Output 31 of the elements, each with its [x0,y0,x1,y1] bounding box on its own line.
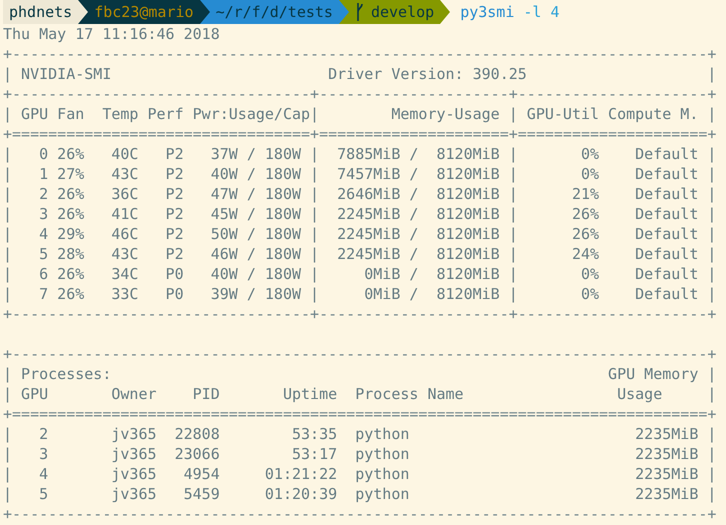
table-border-line: +=============================================================================+ [3,404,716,424]
table-row-text: | 7 26% 33C P0 39W / 180W | 0MiB / 8120MiB | 0% Default | [3,284,716,304]
table-row-text: | NVIDIA-SMI Driver Version: 390.25 | [3,64,716,84]
table-row-text: | GPU Owner PID Uptime Process Name Usage | [3,384,716,404]
table-border-line: +---------------------------------+---------------------+---------------------+ [3,304,716,324]
table-border-line: +=================================+=====================+=====================+ [3,124,716,144]
table-row-text: | GPU Fan Temp Perf Pwr:Usage/Cap| Memory-Usage | GPU-Util Compute M. | [3,104,716,124]
table-row-text: | 2 26% 36C P2 47W / 180W | 2646MiB / 8120MiB | 21% Default | [3,184,716,204]
table-row-text: | 0 26% 40C P2 37W / 180W | 7885MiB / 8120MiB | 0% Default | [3,144,716,164]
user-segment: fbc23@mario [88,0,200,24]
table-row-text: | 5 jv365 5459 01:20:39 python 2235MiB | [3,484,716,504]
command-text: py3smi [459,2,514,23]
date-output: Thu May 17 11:16:46 2018 [3,24,220,44]
table-row-text: | 4 jv365 4954 01:21:22 python 2235MiB | [3,464,716,484]
table-row-text: | 6 26% 34C P0 40W / 180W | 0MiB / 8120MiB | 0% Default | [3,264,716,284]
table-row-text: | Processes: GPU Memory | [3,364,716,384]
host-segment: phdnets [3,0,78,24]
table-row-text: | 5 28% 43C P2 46W / 180W | 2245MiB / 8120MiB | 24% Default | [3,244,716,264]
git-branch-segment: develop [348,0,440,24]
table-row-text: | 1 27% 43C P2 40W / 180W | 7457MiB / 8120MiB | 0% Default | [3,164,716,184]
table-border-line: +-----------------------------------------------------------------------------+ [3,44,716,64]
git-branch-icon [354,3,363,21]
table-border-line: +-----------------------------------------------------------------------------+ [3,504,716,524]
table-border-line: +---------------------------------+---------------------+---------------------+ [3,84,716,104]
table-border-line: +-----------------------------------------------------------------------------+ [3,344,716,364]
table-row-text: | 3 jv365 23066 53:17 python 2235MiB | [3,444,716,464]
table-row-text: | 4 29% 46C P2 50W / 180W | 2245MiB / 8120MiB | 26% Default | [3,224,716,244]
table-row-text: | 2 jv365 22808 53:35 python 2235MiB | [3,424,716,444]
table-row-text: | 3 26% 41C P2 45W / 180W | 2245MiB / 8120MiB | 26% Default | [3,204,716,224]
path-segment: ~/r/f/d/tests [210,0,339,24]
command-arguments: -l 4 [522,2,560,23]
